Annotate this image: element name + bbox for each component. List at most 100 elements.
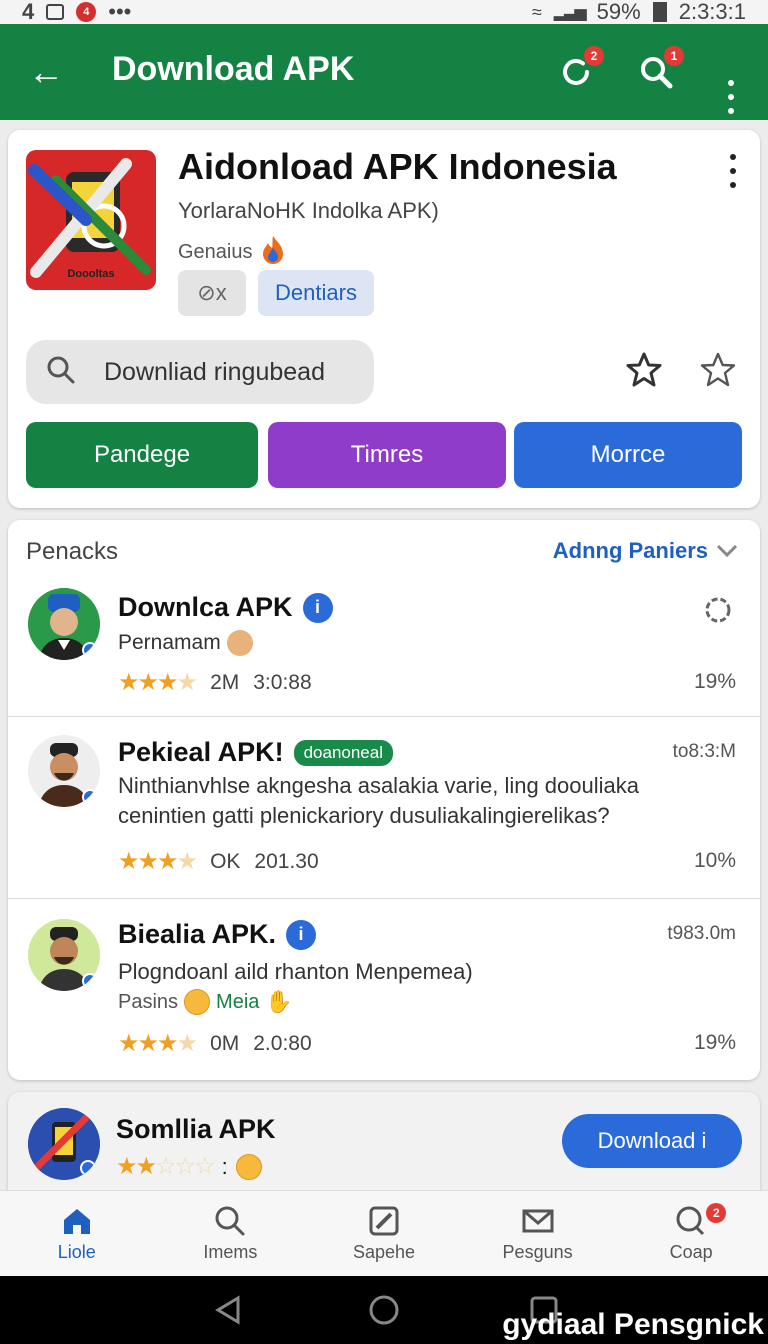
star-outline-icon[interactable] [624, 350, 664, 390]
list-title: Penacks [26, 538, 119, 565]
flame-icon [259, 234, 287, 270]
nav-home-label: Liole [57, 1242, 96, 1262]
rating-count: 0M [210, 1031, 240, 1055]
refresh-icon[interactable]: 2 [556, 46, 604, 92]
download-search-field[interactable]: Downliad ringubead [26, 340, 374, 404]
search-field-text: Downliad ringubead [104, 357, 325, 386]
item-subtitle-2-b: Meia [216, 990, 260, 1013]
rating-stars: ★★☆☆☆ [116, 1153, 216, 1180]
item-body-line-2: cenintien gatti plenickariory dusuliakal… [118, 803, 610, 828]
item-title-row: Biealia APK. i [118, 919, 317, 950]
app-menu-icon[interactable] [728, 154, 738, 188]
details-chip[interactable]: Dentiars [258, 270, 374, 316]
promo-colon: : [221, 1153, 228, 1179]
nav-messages[interactable]: Pesguns [461, 1191, 615, 1276]
rating-stars: ★★★★ [118, 669, 198, 696]
back-triangle-icon[interactable] [212, 1294, 244, 1326]
clock: 2:3:3:1 [678, 0, 746, 24]
nav-edit-label: Sapehe [352, 1242, 416, 1262]
rating-stars: ★★★★ [118, 848, 198, 875]
status-bar: 4 4 ••• ≈ ▂▃▅ 59% 2:3:3:1 [0, 0, 768, 24]
list-item[interactable]: Downlca APK i Pernamam ★★★★ 2M 3:0:88 19… [8, 580, 760, 716]
item-title-row: Pekieal APK! doanoneal [118, 737, 393, 768]
overflow-menu-icon[interactable] [726, 80, 736, 114]
chevron-down-icon [716, 538, 738, 564]
refresh-badge: 2 [584, 46, 604, 66]
item-title: Pekieal APK! [118, 737, 284, 767]
app-subtitle: YorlaraNoHK Indolka APK) [178, 198, 439, 223]
back-arrow-icon[interactable]: ← [26, 52, 66, 92]
avatar [28, 735, 100, 807]
item-subtitle-row: Pernamam [118, 630, 253, 656]
nav-messages-label: Pesguns [502, 1242, 573, 1262]
item-percent: 19% [693, 1031, 736, 1054]
item-title-row: Downlca APK i [118, 592, 333, 623]
promo-title: Somllia APK [116, 1114, 276, 1144]
item-time: 3:0:88 [253, 670, 312, 694]
nav-edit[interactable]: Sapehe [307, 1191, 461, 1276]
hide-chip[interactable]: ⊘x [178, 270, 246, 316]
verified-dot [82, 789, 98, 805]
verified-dot [82, 642, 98, 658]
nav-items[interactable]: Imems [154, 1191, 308, 1276]
list-action-link[interactable]: Adnng Paniers [553, 538, 738, 564]
nav-chat-badge: 2 [706, 1203, 727, 1223]
signal-icon: ▂▃▅ [553, 4, 587, 21]
item-body-line-1: Ninthianvhlse akngesha asalakia varie, l… [118, 773, 639, 798]
list-header: Penacks Adnng Paniers [8, 520, 760, 580]
item-meta-row: ★★★★ 2M 3:0:88 [118, 668, 312, 697]
notification-badge: 4 [76, 2, 97, 22]
settings-gear-icon[interactable] [700, 592, 736, 628]
verified-dot [82, 973, 98, 989]
item-title: Downlca APK [118, 592, 293, 622]
search-icon[interactable]: 1 [636, 46, 684, 92]
home-circle-icon[interactable] [368, 1294, 400, 1326]
item-meta-row: ★★★★ 0M 2.0:80 [118, 1029, 312, 1058]
logo-text: Doooltas [67, 268, 115, 280]
chat-icon [676, 1206, 705, 1236]
rating-count: 2M [210, 670, 240, 694]
timres-button[interactable]: Timres [268, 422, 506, 488]
nav-home[interactable]: Liole [0, 1191, 154, 1276]
app-bar: ← Download APK 2 1 [0, 24, 768, 120]
status-left: 4 4 ••• [22, 0, 131, 25]
favorite-star-icon[interactable] [698, 350, 738, 390]
item-percent: 19% [693, 670, 736, 693]
nav-chat-label: Coap [669, 1242, 713, 1262]
list-item[interactable]: Pekieal APK! doanoneal to8:3:M Ninthianv… [8, 716, 760, 898]
promo-card[interactable]: Somllia APK ★★☆☆☆ : Download i [8, 1092, 760, 1202]
item-tag: doanoneal [293, 739, 393, 766]
search-field-icon [46, 355, 76, 390]
person-emoji-icon [226, 630, 253, 656]
item-time-right: t983.0m [667, 923, 736, 944]
item-percent: 10% [693, 849, 736, 872]
verified-dot [80, 1160, 96, 1176]
app-title: Aidonload APK Indonesia [178, 146, 617, 187]
item-time: 2.0:80 [253, 1031, 312, 1055]
system-navigation-bar: gydiaal Pensgnick [0, 1276, 768, 1344]
search-badge: 1 [664, 46, 684, 66]
home-icon [63, 1209, 90, 1234]
item-subtitle: Pernamam [118, 631, 221, 654]
status-network-text: 4 [22, 0, 35, 24]
morrce-button[interactable]: Morrce [514, 422, 742, 488]
edit-icon [369, 1206, 399, 1236]
promo-download-button[interactable]: Download i [562, 1114, 742, 1168]
avatar [28, 588, 100, 660]
pandege-button[interactable]: Pandege [26, 422, 258, 488]
battery-percent: 59% [596, 0, 641, 24]
item-time-right: to8:3:M [672, 741, 736, 762]
search-icon [215, 1206, 245, 1236]
rating-count: OK [210, 849, 241, 873]
bottom-navigation: Liole Imems Sapehe Pesguns 2 Coap [0, 1190, 768, 1276]
item-title: Biealia APK. [118, 919, 277, 949]
promo-rating-row: ★★☆☆☆ : [116, 1152, 262, 1181]
nav-chat[interactable]: 2 Coap [614, 1191, 768, 1276]
avatar [28, 919, 100, 991]
nav-items-label: Imems [203, 1242, 258, 1262]
app-logo: Doooltas [26, 150, 156, 290]
mail-icon [522, 1209, 554, 1233]
list-item[interactable]: Biealia APK. i t983.0m Plogndoanl aild r… [8, 898, 760, 1080]
item-time: 201.30 [254, 849, 319, 873]
app-header-card: Doooltas Aidonload APK Indonesia Yorlara… [8, 130, 760, 508]
